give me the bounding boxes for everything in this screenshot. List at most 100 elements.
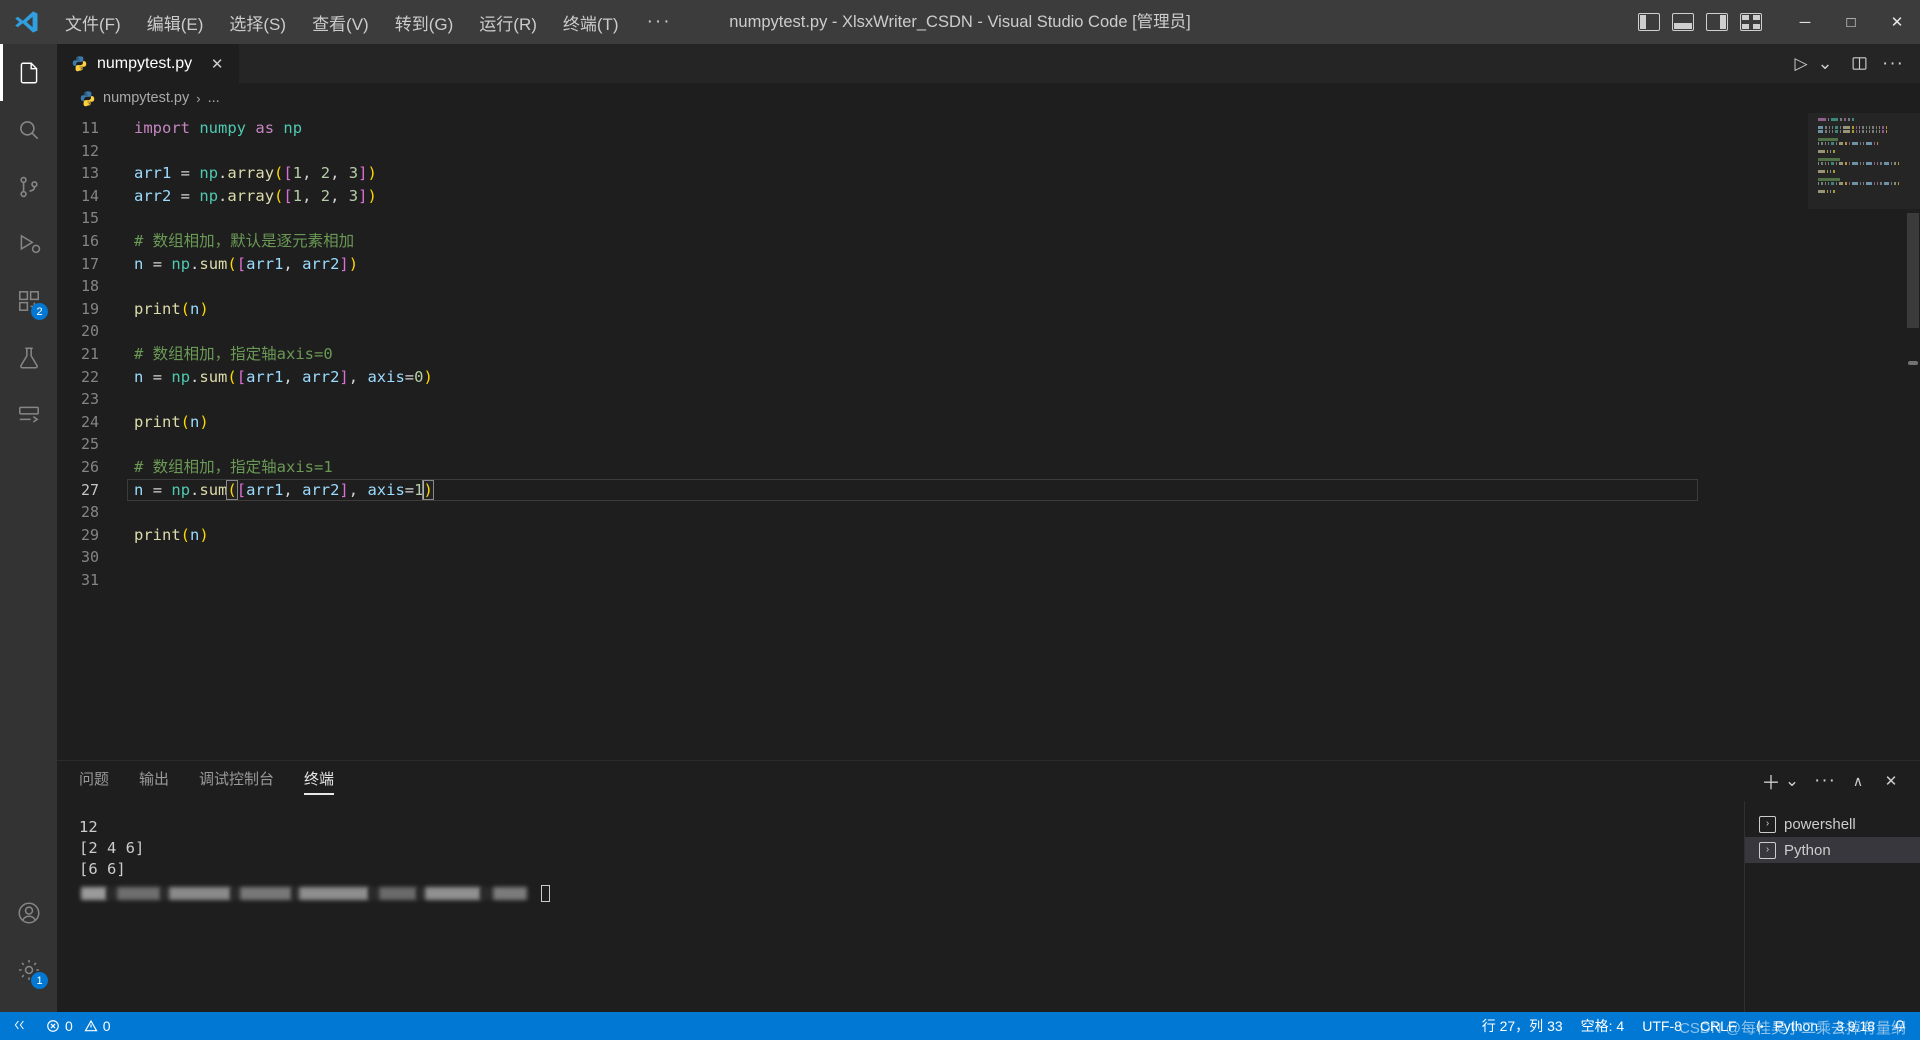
status-indentation[interactable]: 空格: 4	[1572, 1012, 1634, 1040]
sidebar-item-search[interactable]	[0, 101, 57, 158]
code-line[interactable]: 28	[57, 501, 1808, 524]
code-line[interactable]: 29 print(n)	[57, 524, 1808, 547]
toggle-panel-icon[interactable]	[1672, 13, 1694, 31]
sidebar-item-source-control[interactable]	[0, 158, 57, 215]
status-encoding[interactable]: UTF-8	[1633, 1012, 1691, 1040]
panel-maximize-icon[interactable]: ∧	[1843, 766, 1873, 796]
code-line[interactable]: 18	[57, 275, 1808, 298]
code-text: arr2 = np.array([1, 2, 3])	[123, 185, 377, 208]
menu-goto[interactable]: 转到(G)	[382, 0, 467, 44]
token: arr1	[246, 480, 284, 499]
status-notifications[interactable]	[1884, 1012, 1916, 1040]
code-editor[interactable]: 11 import numpy as np 12 13 arr1 = np.array(…	[57, 113, 1920, 760]
menu-file[interactable]: 文件(F)	[52, 0, 134, 44]
code-line[interactable]: 21 # 数组相加，指定轴axis=0	[57, 343, 1808, 366]
run-options-chevron-icon[interactable]: ⌄	[1810, 49, 1840, 79]
status-language-mode[interactable]: Python	[1745, 1012, 1827, 1040]
code-text: # 数组相加，指定轴axis=0	[123, 343, 333, 366]
panel-tab-terminal[interactable]: 终端	[304, 768, 335, 795]
minimize-button[interactable]: ─	[1782, 0, 1828, 44]
minimap-segment	[1826, 190, 1829, 193]
split-editor-icon[interactable]	[1844, 49, 1874, 79]
code-line[interactable]: 25	[57, 433, 1808, 456]
token: (	[180, 412, 191, 431]
editor-scrollbar-thumb[interactable]	[1907, 213, 1919, 328]
code-text: n = np.sum([arr1, arr2], axis=0)	[123, 366, 433, 389]
remote-icon	[18, 406, 39, 423]
code-line[interactable]: 12	[57, 140, 1808, 163]
toggle-secondary-sidebar-icon[interactable]	[1706, 13, 1728, 31]
editor-more-actions-icon[interactable]: ···	[1878, 49, 1908, 79]
toggle-primary-sidebar-icon[interactable]	[1638, 13, 1660, 31]
code-line[interactable]: 13 arr1 = np.array([1, 2, 3])	[57, 162, 1808, 185]
code-line[interactable]: 27 n = np.sum([arr1, arr2], axis=1)	[57, 478, 1808, 502]
tab-numpytest-py[interactable]: numpytest.py ✕	[57, 44, 241, 83]
token: (	[180, 525, 191, 544]
status-interpreter-version[interactable]: 3.9.18	[1827, 1012, 1884, 1040]
menu-terminal[interactable]: 终端(T)	[550, 0, 632, 44]
code-line[interactable]: 26 # 数组相加，指定轴axis=1	[57, 456, 1808, 479]
sidebar-item-settings[interactable]: 1	[0, 941, 57, 998]
terminal-output[interactable]: 12 [2 4 6] [6 6]	[57, 801, 1744, 1012]
terminal-list: › powershell › Python	[1744, 801, 1920, 1012]
panel-close-icon[interactable]: ✕	[1876, 766, 1906, 796]
breadcrumb-file[interactable]: numpytest.py	[103, 90, 189, 106]
menu-run[interactable]: 运行(R)	[466, 0, 550, 44]
code-line[interactable]: 22 n = np.sum([arr1, arr2], axis=0)	[57, 366, 1808, 389]
code-lines[interactable]: 11 import numpy as np 12 13 arr1 = np.array(…	[57, 113, 1808, 760]
new-terminal-chevron-icon[interactable]: ⌄	[1777, 766, 1807, 796]
menu-view[interactable]: 查看(V)	[299, 0, 382, 44]
minimap-segment	[1818, 162, 1820, 165]
status-eol[interactable]: CRLF	[1691, 1012, 1746, 1040]
code-line[interactable]: 30	[57, 546, 1808, 569]
code-line[interactable]: 17 n = np.sum([arr1, arr2])	[57, 253, 1808, 276]
python-icon	[72, 56, 87, 72]
panel-tab-output[interactable]: 输出	[139, 768, 169, 795]
panel-more-actions-icon[interactable]: ···	[1810, 766, 1840, 796]
token: array	[227, 186, 275, 205]
sidebar-item-accounts[interactable]	[0, 884, 57, 941]
close-button[interactable]: ✕	[1874, 0, 1920, 44]
minimap-segment	[1825, 126, 1827, 129]
panel-tab-debug-console[interactable]: 调试控制台	[199, 768, 274, 795]
sidebar-item-extensions[interactable]: 2	[0, 272, 57, 329]
line-number: 31	[80, 570, 99, 589]
editor-scrollbar[interactable]	[1906, 113, 1920, 760]
panel-tab-problems[interactable]: 问题	[79, 768, 109, 795]
terminal-line: 12	[79, 818, 98, 836]
customize-layout-icon[interactable]	[1740, 13, 1762, 31]
tab-close-icon[interactable]: ✕	[207, 54, 227, 74]
code-line[interactable]: 15	[57, 207, 1808, 230]
menu-selection[interactable]: 选择(S)	[216, 0, 299, 44]
sidebar-item-remote-explorer[interactable]	[0, 386, 57, 443]
remote-indicator[interactable]	[4, 1012, 37, 1040]
menu-edit[interactable]: 编辑(E)	[134, 0, 217, 44]
menu-more[interactable]: ···	[632, 0, 687, 44]
status-cursor-position[interactable]: 行 27，列 33	[1473, 1012, 1572, 1040]
sidebar-item-testing[interactable]	[0, 329, 57, 386]
code-line[interactable]: 20	[57, 320, 1808, 343]
code-line[interactable]: 23	[57, 388, 1808, 411]
minimap[interactable]	[1808, 113, 1920, 760]
minimap-segment	[1818, 190, 1825, 193]
maximize-button[interactable]: □	[1828, 0, 1874, 44]
terminal-list-item-python[interactable]: › Python	[1745, 837, 1920, 863]
minimap-segment	[1818, 178, 1840, 181]
minimap-segment	[1868, 130, 1871, 133]
sidebar-item-explorer[interactable]	[0, 44, 57, 101]
code-line[interactable]: 19 print(n)	[57, 298, 1808, 321]
status-errors-warnings[interactable]: 0 0	[37, 1012, 120, 1040]
files-icon	[20, 62, 37, 83]
code-line[interactable]: 14 arr2 = np.array([1, 2, 3])	[57, 185, 1808, 208]
code-line[interactable]: 24 print(n)	[57, 411, 1808, 434]
sidebar-item-run-and-debug[interactable]	[0, 215, 57, 272]
code-line[interactable]: 31	[57, 569, 1808, 592]
breadcrumb: numpytest.py › ...	[57, 83, 1920, 113]
code-line[interactable]: 16 # 数组相加，默认是逐元素相加	[57, 230, 1808, 253]
status-language-label: Python	[1774, 1018, 1819, 1034]
token: )	[367, 164, 377, 183]
code-line[interactable]: 11 import numpy as np	[57, 117, 1808, 140]
terminal-list-item-powershell[interactable]: › powershell	[1745, 811, 1920, 837]
breadcrumb-tail[interactable]: ...	[208, 90, 220, 106]
